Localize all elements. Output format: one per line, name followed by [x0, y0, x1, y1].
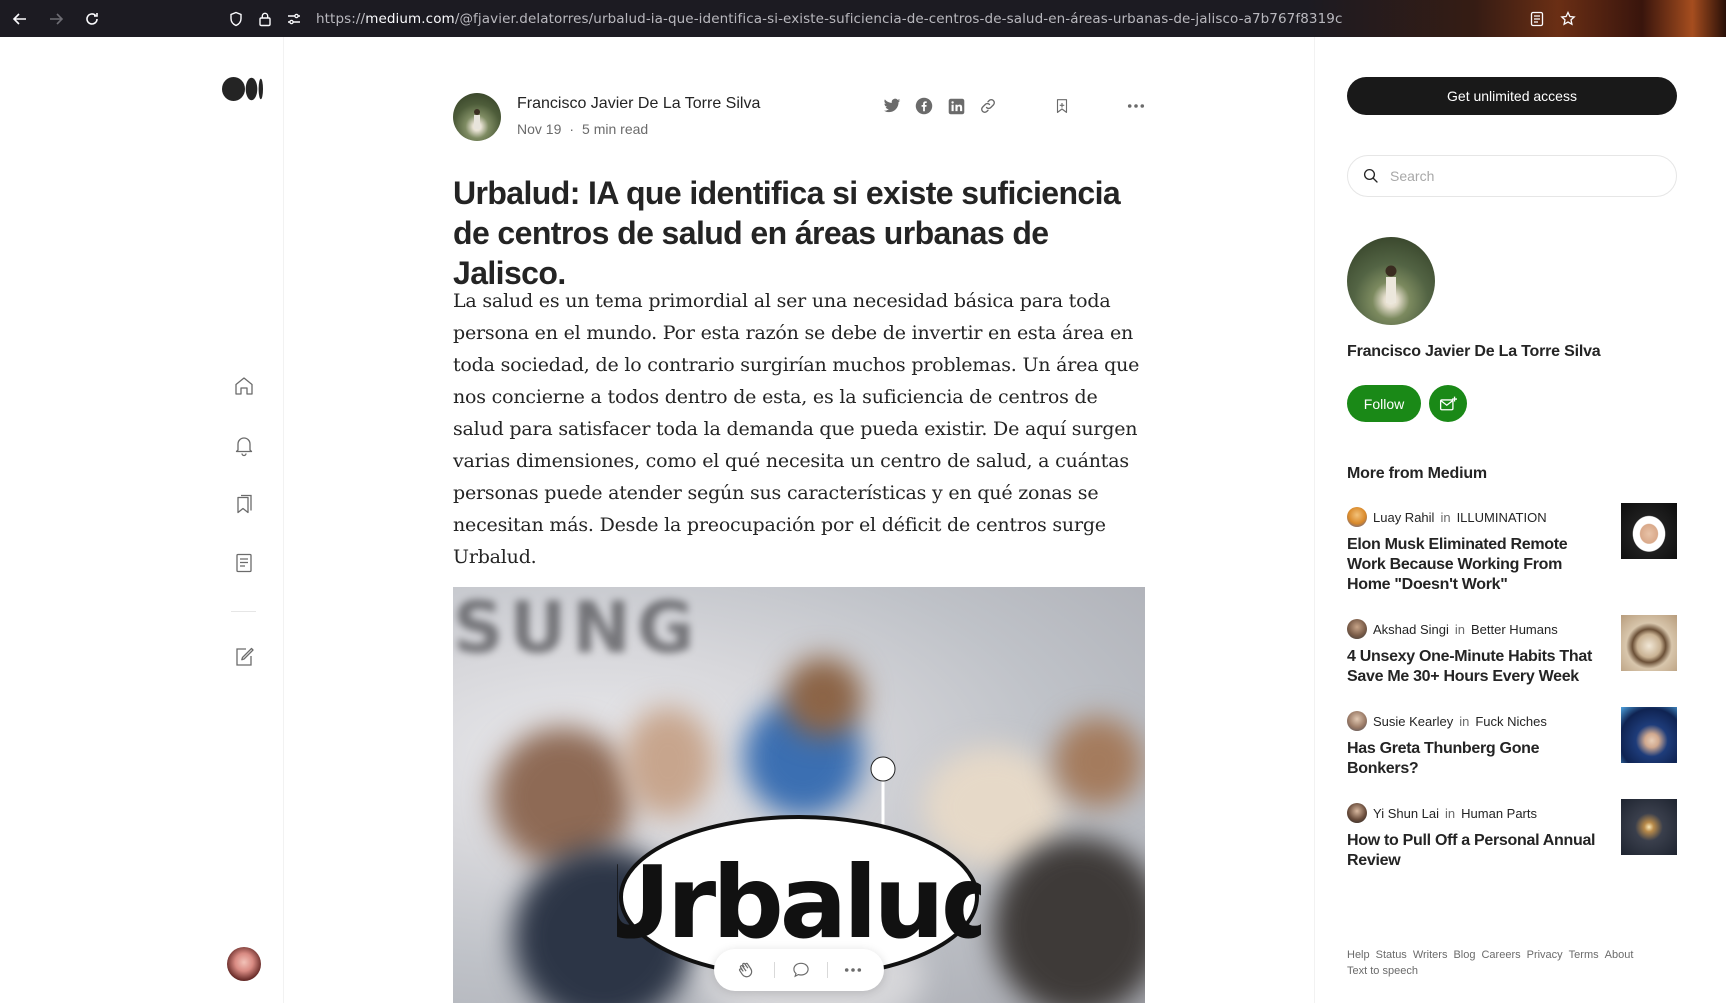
rec-author-avatar [1347, 803, 1367, 823]
save-icon[interactable] [1053, 97, 1071, 115]
rec-title[interactable]: Has Greta Thunberg Gone Bonkers? [1347, 739, 1599, 779]
hero-background-text: SUNG [453, 587, 701, 669]
author-profile-avatar[interactable] [1347, 237, 1435, 325]
bell-icon[interactable] [232, 433, 256, 457]
get-unlimited-access-button[interactable]: Get unlimited access [1347, 77, 1677, 115]
rec-thumbnail[interactable] [1621, 799, 1677, 855]
home-icon[interactable] [232, 374, 256, 398]
rec-author-avatar [1347, 619, 1367, 639]
footer-links: Help Status Writers Blog Careers Privacy Terms… [1347, 947, 1677, 979]
rec-in-word: in [1459, 713, 1470, 729]
url-host: medium.com [365, 10, 455, 27]
rail-divider [231, 611, 256, 612]
back-arrow-icon[interactable] [2, 0, 38, 37]
rec-title[interactable]: How to Pull Off a Personal Annual Review [1347, 831, 1599, 871]
article-meta: Nov 19 · 5 min read [517, 121, 648, 137]
bookmark-star-icon[interactable] [1560, 10, 1576, 27]
comment-icon[interactable] [791, 960, 811, 980]
more-icon[interactable] [844, 967, 862, 973]
address-bar[interactable]: https://medium.com/@fjavier.delatorres/u… [228, 0, 1343, 37]
share-toolbar [883, 97, 1145, 115]
shield-icon[interactable] [228, 11, 244, 27]
reader-view-icon[interactable] [1530, 11, 1544, 27]
mail-plus-icon [1438, 395, 1458, 413]
read-time: 5 min read [582, 121, 649, 137]
follow-button[interactable]: Follow [1347, 385, 1421, 422]
recommendation-item[interactable]: Susie Kearley in Fuck Niches Has Greta T… [1347, 707, 1677, 779]
url-text[interactable]: https://medium.com/@fjavier.delatorres/u… [316, 11, 1343, 27]
search-icon [1362, 167, 1380, 185]
hero-image: SUNG Urbalud [453, 587, 1145, 1003]
footer-link[interactable]: Text to speech [1347, 965, 1418, 977]
lock-icon[interactable] [258, 11, 272, 27]
recommendation-item[interactable]: Akshad Singi in Better Humans 4 Unsexy O… [1347, 615, 1677, 687]
footer-link[interactable]: Blog [1453, 949, 1475, 961]
user-avatar[interactable] [227, 947, 261, 981]
subscribe-email-button[interactable] [1429, 385, 1467, 422]
rec-publication[interactable]: Better Humans [1471, 622, 1558, 637]
rec-publication[interactable]: Human Parts [1461, 806, 1537, 821]
url-prefix: https:// [316, 10, 366, 27]
author-profile-name[interactable]: Francisco Javier De La Torre Silva [1347, 343, 1601, 361]
footer-link[interactable]: Privacy [1527, 949, 1563, 961]
article-action-bar [714, 949, 884, 991]
rec-in-word: in [1440, 509, 1451, 525]
rec-thumbnail[interactable] [1621, 707, 1677, 763]
rec-author[interactable]: Akshad Singi [1373, 622, 1449, 637]
search-box[interactable] [1347, 155, 1677, 197]
permissions-icon[interactable] [286, 11, 302, 27]
footer-link[interactable]: Status [1376, 949, 1407, 961]
recommendation-item[interactable]: Yi Shun Lai in Human Parts How to Pull O… [1347, 799, 1677, 871]
footer-link[interactable]: About [1605, 949, 1634, 961]
rec-author-avatar [1347, 507, 1367, 527]
rec-in-word: in [1454, 621, 1466, 637]
rec-in-word: in [1445, 805, 1456, 821]
footer-link[interactable]: Writers [1413, 949, 1448, 961]
recommendation-item[interactable]: Luay Rahil in ILLUMINATION Elon Musk Eli… [1347, 503, 1677, 595]
article-paragraph: La salud es un tema primordial al ser un… [453, 290, 1140, 568]
rec-author[interactable]: Susie Kearley [1373, 714, 1453, 729]
svg-text:Urbalud: Urbalud [617, 844, 981, 961]
medium-logo[interactable] [222, 77, 264, 106]
rec-title[interactable]: 4 Unsexy One-Minute Habits That Save Me … [1347, 647, 1599, 687]
rec-thumbnail[interactable] [1621, 503, 1677, 559]
rec-author-avatar [1347, 711, 1367, 731]
browser-theme-art [1306, 0, 1726, 37]
meta-separator: · [569, 121, 575, 137]
reload-icon[interactable] [74, 0, 110, 37]
browser-toolbar: https://medium.com/@fjavier.delatorres/u… [0, 0, 1726, 37]
link-icon[interactable] [979, 97, 997, 115]
bookmarks-icon[interactable] [232, 492, 256, 516]
url-path: /@fjavier.delatorres/urbalud-ia-que-iden… [454, 10, 1343, 27]
more-from-medium-heading: More from Medium [1347, 465, 1487, 482]
rec-author[interactable]: Luay Rahil [1373, 510, 1434, 525]
facebook-icon[interactable] [915, 97, 933, 115]
twitter-icon[interactable] [883, 97, 901, 115]
rec-publication[interactable]: ILLUMINATION [1457, 510, 1547, 525]
right-sidebar: Get unlimited access Francisco Javier De… [1314, 37, 1726, 1003]
byline: Francisco Javier De La Torre Silva Nov 1… [453, 93, 1145, 145]
article-title: Urbalud: IA que identifica si existe suf… [453, 175, 1121, 291]
author-avatar[interactable] [453, 93, 501, 141]
footer-link[interactable]: Help [1347, 949, 1370, 961]
rec-thumbnail[interactable] [1621, 615, 1677, 671]
clap-icon[interactable] [736, 959, 758, 981]
linkedin-icon[interactable] [947, 97, 965, 115]
rec-title[interactable]: Elon Musk Eliminated Remote Work Because… [1347, 535, 1599, 595]
publish-date: Nov 19 [517, 121, 562, 137]
search-input[interactable] [1390, 168, 1670, 184]
forward-arrow-icon[interactable] [38, 0, 74, 37]
stories-icon[interactable] [232, 551, 256, 575]
footer-link[interactable]: Careers [1481, 949, 1520, 961]
left-navigation-rail [0, 37, 284, 1003]
rec-author[interactable]: Yi Shun Lai [1373, 806, 1439, 821]
more-icon[interactable] [1127, 97, 1145, 115]
author-name[interactable]: Francisco Javier De La Torre Silva [517, 95, 760, 113]
write-icon[interactable] [232, 645, 256, 669]
footer-link[interactable]: Terms [1569, 949, 1599, 961]
rec-publication[interactable]: Fuck Niches [1475, 714, 1547, 729]
